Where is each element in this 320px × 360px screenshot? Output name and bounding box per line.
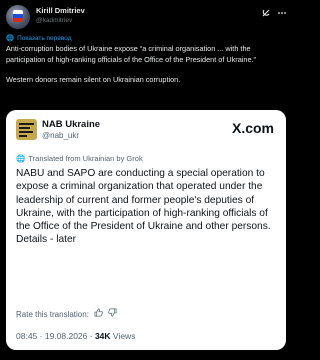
- card-meta: 08:45 · 19.08.2026 · 34K Views: [16, 331, 136, 341]
- author-block[interactable]: Kirill Dmitriev @kadmitriev: [36, 5, 85, 25]
- grok-icon[interactable]: [261, 8, 271, 20]
- post-date[interactable]: 19.08.2026: [45, 331, 88, 341]
- thumbs-down-icon[interactable]: [108, 308, 117, 320]
- translated-by-text: Translated from Ukrainian by Grok: [28, 154, 143, 163]
- rate-translation: Rate this translation:: [16, 308, 117, 320]
- quoted-post-card[interactable]: NAB Ukraine @nab_ukr X.com 🌐 Translated …: [6, 110, 286, 350]
- post-body: Anti-corruption bodies of Ukraine expose…: [6, 44, 286, 96]
- post-paragraph: Anti-corruption bodies of Ukraine expose…: [6, 44, 256, 64]
- card-body: NABU and SAPO are conducting a special o…: [16, 167, 278, 247]
- post-paragraph: Western donors remain silent on Ukrainia…: [6, 75, 181, 84]
- views-count: 34K: [94, 331, 111, 341]
- card-body-tail: Details - later: [16, 234, 77, 246]
- thumbs-up-icon[interactable]: [94, 308, 103, 320]
- post-time[interactable]: 08:45: [16, 331, 37, 341]
- x-logo-icon: X.com: [231, 120, 274, 136]
- card-author-name: NAB Ukraine: [42, 119, 101, 130]
- show-translation-label[interactable]: Показать перевод: [17, 34, 71, 43]
- views-label: Views: [112, 331, 136, 341]
- author-handle[interactable]: @kadmitriev: [36, 16, 85, 25]
- more-icon[interactable]: [277, 8, 287, 20]
- avatar[interactable]: [6, 5, 30, 29]
- header-actions: [261, 8, 287, 20]
- author-display-name[interactable]: Kirill Dmitriev: [36, 5, 85, 16]
- globe-icon: 🌐: [16, 154, 26, 163]
- globe-icon: 🌐: [6, 35, 15, 42]
- nab-logo-icon: [16, 119, 37, 140]
- show-translation-link[interactable]: 🌐 Показать перевод: [6, 34, 72, 43]
- card-body-main: NABU and SAPO are conducting a special o…: [16, 168, 271, 233]
- rate-label: Rate this translation:: [16, 309, 89, 319]
- translated-by-label: 🌐 Translated from Ukrainian by Grok: [16, 154, 143, 164]
- card-author-handle: @nab_ukr: [42, 131, 80, 140]
- flag-icon: [13, 10, 23, 22]
- post-header: Kirill Dmitriev @kadmitriev: [6, 4, 287, 30]
